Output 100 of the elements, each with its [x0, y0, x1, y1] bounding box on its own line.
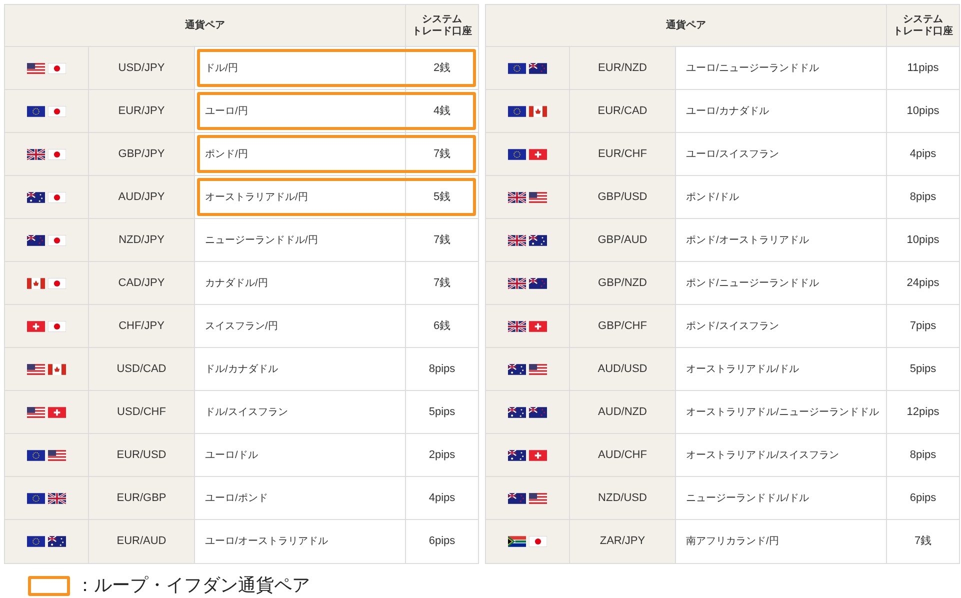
- pair-name: ポンド/オーストラリアドル: [686, 234, 809, 248]
- pair-name: カナダドル/円: [205, 276, 268, 290]
- flag-icon: [27, 536, 45, 547]
- spread-value: 6pips: [428, 534, 456, 550]
- flag-icon: [27, 320, 45, 332]
- pair-code: GBP/AUD: [598, 232, 648, 248]
- legend-text: ：ループ・イフダン通貨ペア: [76, 574, 310, 597]
- pair-name: ユーロ/ポンド: [205, 492, 268, 506]
- spread-value: 8pips: [910, 448, 936, 463]
- pair-name: ドル/スイスフラン: [205, 406, 288, 420]
- flag-icon: [27, 192, 45, 202]
- flag-icon: [529, 148, 547, 160]
- pair-code: CAD/JPY: [118, 276, 165, 291]
- spread-value: 7銭: [433, 276, 451, 291]
- column-header: トレード口座: [893, 26, 953, 38]
- flag-icon: [48, 320, 66, 332]
- flag-icon: [529, 492, 547, 504]
- pair-name: ニュージーランドドル/円: [205, 234, 318, 248]
- pair-code: GBP/JPY: [118, 146, 165, 162]
- flag-icon: [27, 492, 45, 504]
- spread-value: 12pips: [906, 404, 940, 420]
- spread-value: 4pips: [910, 146, 936, 162]
- pair-name: ユーロ/スイスフラン: [686, 148, 779, 162]
- pair-code: ZAR/JPY: [600, 534, 646, 550]
- flag-icon: [508, 192, 526, 202]
- flag-icon: [48, 62, 66, 74]
- spread-value: 6銭: [433, 318, 451, 334]
- spread-value: 8pips: [428, 362, 456, 377]
- flag-icon: [529, 106, 547, 116]
- spread-value: 4pips: [428, 490, 456, 506]
- column-header: 通貨ペア: [666, 18, 706, 33]
- flag-icon: [529, 364, 547, 374]
- pair-code: AUD/USD: [598, 362, 648, 377]
- pair-code: EUR/USD: [116, 448, 166, 463]
- column-header: 通貨ペア: [185, 18, 225, 33]
- pair-code: GBP/CHF: [598, 318, 647, 334]
- pair-code: EUR/AUD: [116, 534, 166, 550]
- flag-icon: [508, 62, 526, 74]
- pair-code: EUR/CAD: [598, 104, 648, 119]
- pair-name: ユーロ/ドル: [205, 448, 258, 462]
- flag-icon: [508, 406, 526, 418]
- column-header: トレード口座: [412, 26, 472, 38]
- flag-icon: [508, 320, 526, 332]
- pair-code: EUR/JPY: [118, 104, 165, 119]
- pair-name: オーストラリアドル/ドル: [686, 362, 799, 376]
- spread-value: 5pips: [910, 362, 936, 377]
- pair-code: AUD/JPY: [118, 190, 165, 205]
- pair-code: USD/CAD: [116, 362, 166, 377]
- pair-name: ユーロ/オーストラリアドル: [205, 535, 328, 549]
- flag-icon: [48, 148, 66, 160]
- flag-icon: [48, 192, 66, 202]
- pair-name: ドル/カナダドル: [205, 362, 278, 376]
- spread-value: 5pips: [428, 404, 456, 420]
- pair-code: USD/JPY: [118, 60, 165, 76]
- pair-code: USD/CHF: [117, 404, 166, 420]
- spread-value: 5銭: [433, 190, 451, 205]
- pair-name: ユーロ/円: [205, 104, 248, 118]
- flag-icon: [529, 278, 547, 288]
- spread-value: 7銭: [914, 534, 932, 550]
- pair-name: ポンド/スイスフラン: [686, 320, 779, 334]
- pair-name: ユーロ/カナダドル: [686, 104, 769, 118]
- pair-code: AUD/NZD: [598, 404, 647, 420]
- pair-name: スイスフラン/円: [205, 320, 278, 334]
- spread-value: 7pips: [910, 318, 936, 334]
- flag-icon: [508, 106, 526, 116]
- pair-name: ドル/円: [205, 62, 238, 76]
- spread-value: 10pips: [906, 104, 940, 119]
- legend-swatch: [28, 576, 70, 596]
- flag-icon: [27, 364, 45, 374]
- flag-icon: [48, 106, 66, 116]
- spread-value: 7銭: [433, 232, 451, 248]
- flag-icon: [529, 234, 547, 246]
- flag-icon: [48, 278, 66, 288]
- flag-icon: [27, 406, 45, 418]
- flag-icon: [508, 278, 526, 288]
- pair-name: オーストラリアドル/ニュージーランドドル: [686, 406, 879, 420]
- spread-value: 11pips: [907, 60, 939, 76]
- flag-icon: [508, 536, 526, 547]
- spread-value: 2銭: [433, 60, 451, 76]
- flag-icon: [529, 192, 547, 202]
- spread-value: 8pips: [910, 190, 936, 205]
- flag-icon: [48, 364, 66, 374]
- flag-icon: [508, 148, 526, 160]
- column-header: システム: [422, 14, 462, 26]
- pair-name: オーストラリアドル/スイスフラン: [686, 448, 839, 462]
- flag-icon: [27, 148, 45, 160]
- flag-icon: [48, 536, 66, 547]
- pair-name: ポンド/ドル: [686, 190, 739, 204]
- pair-code: NZD/USD: [598, 490, 647, 506]
- spread-value: 24pips: [906, 276, 940, 291]
- spread-value: 7銭: [433, 146, 451, 162]
- spread-value: 6pips: [910, 490, 936, 506]
- pair-name: オーストラリアドル/円: [205, 190, 308, 204]
- flag-icon: [27, 278, 45, 288]
- flag-icon: [27, 234, 45, 246]
- pair-code: EUR/GBP: [116, 490, 166, 506]
- flag-icon: [48, 406, 66, 418]
- flag-icon: [529, 406, 547, 418]
- flag-icon: [529, 536, 547, 547]
- pair-name: ニュージーランドドル/ドル: [686, 492, 809, 506]
